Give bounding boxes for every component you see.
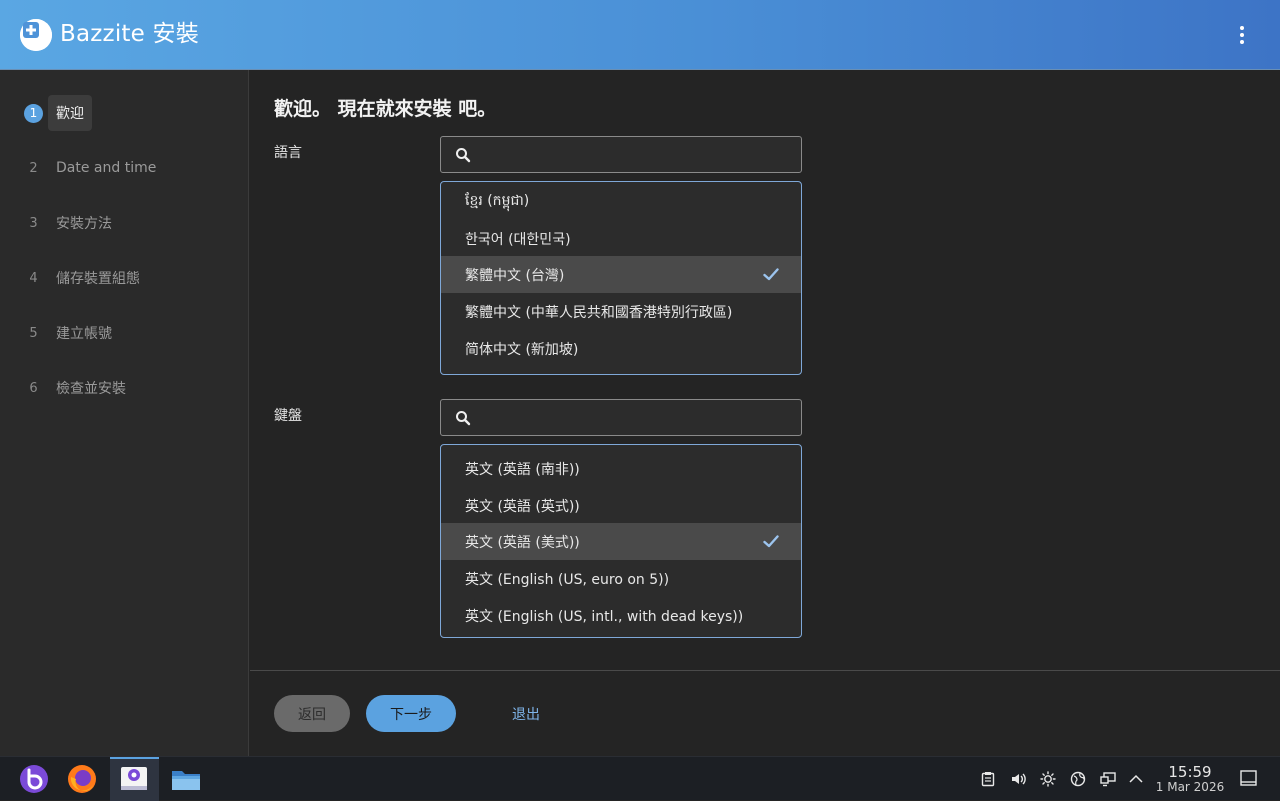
network-globe-icon[interactable]: [1070, 771, 1086, 787]
sidebar-step-welcome[interactable]: 1 歡迎: [0, 95, 249, 131]
display-icon[interactable]: [1100, 771, 1116, 787]
checkmark-icon: [763, 535, 779, 548]
step-number: 2: [29, 160, 38, 176]
clock-time[interactable]: 15:59: [1160, 763, 1220, 781]
bazzite-installer-logo-icon: [20, 19, 52, 51]
sidebar-step-date-time[interactable]: 2 Date and time: [0, 150, 249, 186]
language-item[interactable]: ខ្មែរ (កម្ពុជា): [441, 183, 801, 220]
keyboard-item[interactable]: 英文 (英語 (英式)): [441, 487, 801, 524]
brightness-icon[interactable]: [1040, 771, 1056, 787]
show-desktop-icon[interactable]: [1240, 770, 1257, 787]
installer-icon[interactable]: [118, 763, 150, 795]
language-item-selected[interactable]: 繁體中文 (台灣): [441, 256, 801, 293]
step-label: 儲存裝置組態: [56, 271, 140, 287]
footer-bar: 返回 下一步 退出: [250, 671, 1280, 756]
taskbar: 15:59 1 Mar 2026: [0, 756, 1280, 801]
keyboard-item[interactable]: 英文 (English (US, euro on 5)): [441, 560, 801, 597]
step-number: 6: [29, 380, 38, 396]
keyboard-item[interactable]: 英文 (英語 (南非)): [441, 450, 801, 487]
sidebar-step-review[interactable]: 6 檢查並安裝: [0, 370, 249, 406]
search-icon: [456, 148, 471, 163]
language-item[interactable]: 한국어 (대한민국): [441, 220, 801, 257]
volume-icon[interactable]: [1010, 771, 1026, 787]
step-label: 歡迎: [48, 95, 92, 131]
language-label: 語言: [274, 145, 302, 161]
step-number: 3: [29, 215, 38, 231]
language-list: ខ្មែរ (កម្ពុជា) 한국어 (대한민국) 繁體中文 (台灣) 繁體中…: [440, 181, 802, 375]
list-item-label: 繁體中文 (台灣): [465, 267, 565, 284]
keyboard-list: 英文 (英語 (南非)) 英文 (英語 (英式)) 英文 (英語 (美式)) 英…: [440, 444, 802, 638]
app-header: Bazzite 安裝: [0, 0, 1280, 70]
step-number: 5: [29, 325, 38, 341]
steps-sidebar: 1 歡迎 2 Date and time 3 安裝方法 4 儲存裝置組態 5 建…: [0, 70, 249, 756]
sidebar-step-install-method[interactable]: 3 安裝方法: [0, 205, 249, 241]
main-content: 歡迎。 現在就來安裝 吧。 語言 ខ្មែរ (កម្ពុជា) 한국어 (대한…: [250, 70, 1280, 670]
checkmark-icon: [763, 268, 779, 281]
clipboard-icon[interactable]: [980, 771, 996, 787]
language-item[interactable]: 简体中文 (新加坡): [441, 330, 801, 367]
language-search-field[interactable]: [440, 136, 802, 173]
keyboard-label: 鍵盤: [274, 408, 302, 424]
keyboard-search-input[interactable]: [481, 404, 791, 431]
sidebar-step-storage[interactable]: 4 儲存裝置組態: [0, 260, 249, 296]
language-search-input[interactable]: [481, 141, 791, 168]
page-title: 歡迎。 現在就來安裝 吧。: [274, 98, 497, 120]
keyboard-item-selected[interactable]: 英文 (英語 (美式)): [441, 523, 801, 560]
kebab-menu-icon[interactable]: [1228, 22, 1256, 48]
file-manager-icon[interactable]: [170, 763, 202, 795]
step-number: 4: [29, 270, 38, 286]
step-number: 1: [24, 103, 43, 123]
step-label: 建立帳號: [56, 326, 112, 342]
step-label: 安裝方法: [56, 216, 112, 232]
step-label: Date and time: [56, 160, 157, 176]
keyboard-search-field[interactable]: [440, 399, 802, 436]
list-item-label: 英文 (英語 (美式)): [465, 534, 580, 551]
quit-button[interactable]: 退出: [504, 695, 548, 732]
step-label: 檢查並安裝: [56, 381, 126, 397]
app-title: Bazzite 安裝: [60, 21, 199, 47]
bazzite-menu-icon[interactable]: [18, 763, 50, 795]
tray-expand-icon[interactable]: [1128, 771, 1144, 787]
clock-date[interactable]: 1 Mar 2026: [1150, 780, 1230, 794]
firefox-icon[interactable]: [66, 763, 98, 795]
sidebar-step-account[interactable]: 5 建立帳號: [0, 315, 249, 351]
next-button[interactable]: 下一步: [366, 695, 456, 732]
search-icon: [456, 411, 471, 426]
language-item[interactable]: 繁體中文 (中華人民共和國香港特別行政區): [441, 293, 801, 330]
back-button[interactable]: 返回: [274, 695, 350, 732]
keyboard-item[interactable]: 英文 (English (US, intl., with dead keys)): [441, 597, 801, 634]
